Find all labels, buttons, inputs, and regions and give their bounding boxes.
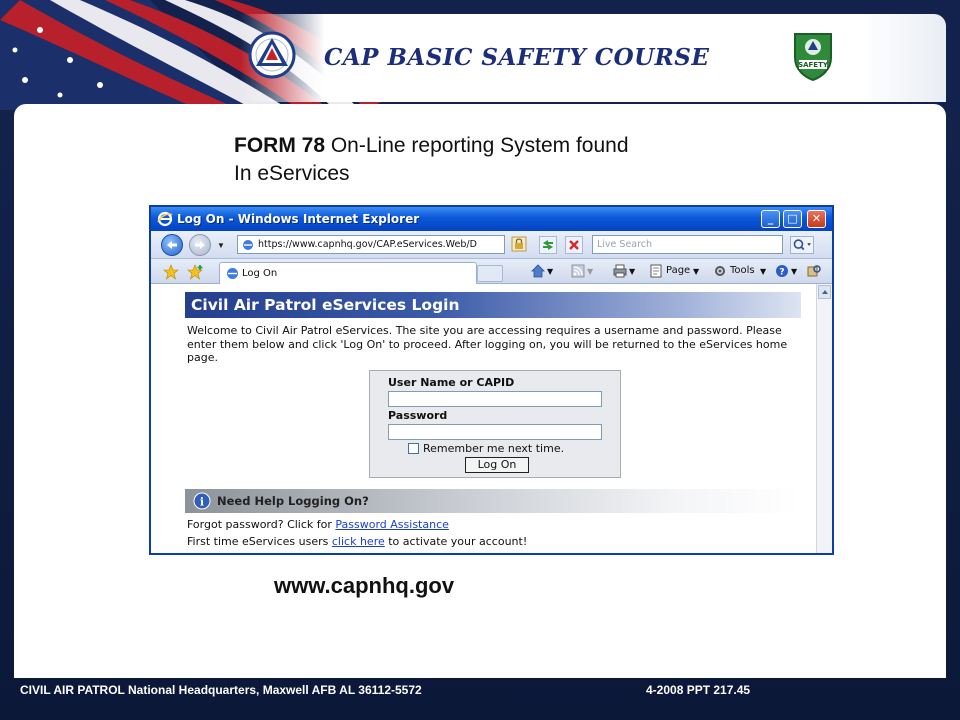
log-on-button[interactable]: Log On [465,457,529,473]
help1-prefix: Forgot password? Click for [187,518,336,531]
footer-slide-number: 4-2008 PPT 217.45 [646,683,751,697]
tools-menu[interactable]: Tools [730,265,755,276]
home-dropdown-icon[interactable]: ▼ [547,267,553,276]
print-dropdown-icon[interactable]: ▼ [629,267,635,276]
back-arrow-icon [167,241,177,249]
stop-icon[interactable] [565,236,583,254]
help-dropdown-icon[interactable]: ▼ [791,267,797,276]
help-title: Need Help Logging On? [217,494,369,508]
password-assistance-link[interactable]: Password Assistance [335,518,449,531]
scroll-up-arrow-icon [822,290,828,294]
login-header-bar: Civil Air Patrol eServices Login [185,292,801,318]
browser-titlebar[interactable]: Log On - Windows Internet Explorer _ □ ✕ [151,207,832,231]
ie-logo-icon [157,211,173,227]
help2-prefix: First time eServices users [187,535,332,548]
civil-air-patrol-emblem-icon [248,31,296,79]
back-button[interactable] [161,234,183,256]
password-label: Password [388,409,448,422]
forward-arrow-icon [195,241,205,249]
search-placeholder: Live Search [597,239,653,250]
lock-icon[interactable] [511,236,527,252]
research-icon[interactable] [807,264,821,278]
help-header-bar: i Need Help Logging On? [185,489,801,513]
forward-button[interactable] [189,234,211,256]
feeds-dropdown-icon[interactable]: ▼ [587,267,593,276]
page-menu-icon[interactable] [649,264,663,278]
address-input[interactable]: https://www.capnhq.gov/CAP.eServices.Web… [237,235,505,254]
svg-text:i: i [200,496,204,509]
info-icon: i [193,492,211,510]
home-icon[interactable] [531,264,545,278]
page-dropdown-icon[interactable]: ▼ [693,267,699,276]
page-content: Civil Air Patrol eServices Login Welcome… [151,284,816,553]
tab-label: Log On [242,268,278,279]
close-button[interactable]: ✕ [807,210,826,228]
browser-title: Log On - Windows Internet Explorer [177,212,420,226]
remember-me-label: Remember me next time. [423,442,565,455]
favorites-star-icon[interactable] [163,264,179,280]
click-here-link[interactable]: click here [332,535,385,548]
safety-shield-icon: SAFETY [794,33,832,82]
refresh-icon[interactable] [539,236,557,254]
tools-icon[interactable] [713,264,727,278]
print-icon[interactable] [613,264,627,278]
username-input[interactable] [388,391,602,407]
new-tab-button[interactable] [477,265,503,282]
address-bar-row: ▼ https://www.capnhq.gov/CAP.eServices.W… [151,231,832,259]
address-text: https://www.capnhq.gov/CAP.eServices.Web… [258,239,477,250]
password-input[interactable] [388,424,602,440]
footer-organization: CIVIL AIR PATROL National Headquarters, … [20,683,422,697]
feeds-icon[interactable] [571,264,585,278]
search-input[interactable]: Live Search [592,235,783,254]
site-url: www.capnhq.gov [274,573,455,598]
minimize-button[interactable]: _ [761,210,780,228]
help-line-activate: First time eServices users click here to… [187,535,527,548]
safety-logo-text: SAFETY [798,61,829,69]
page-menu[interactable]: Page [666,265,690,276]
recent-pages-dropdown-icon[interactable]: ▼ [217,241,225,250]
page-icon [243,240,253,250]
username-label: User Name or CAPID [388,376,515,389]
search-icon[interactable] [790,236,814,254]
tools-dropdown-icon[interactable]: ▼ [760,267,766,276]
welcome-text: Welcome to Civil Air Patrol eServices. T… [187,324,788,364]
tab-row: Log On ▼ ▼ ▼ Page ▼ Tools ▼ ? ▼ [151,259,832,284]
page-icon [227,268,238,279]
add-favorites-icon[interactable] [187,264,205,280]
help2-suffix: to activate your account! [384,535,528,548]
ie-browser-window: Log On - Windows Internet Explorer _ □ ✕… [149,205,834,555]
remember-me-checkbox[interactable] [408,443,419,454]
maximize-button[interactable]: □ [783,210,802,228]
svg-text:?: ? [779,268,784,278]
help-line-password: Forgot password? Click for Password Assi… [187,518,449,531]
heading-line1: FORM 78 On-Line reporting System found [234,134,629,157]
help-icon[interactable]: ? [775,264,789,278]
slide: CAP BASIC SAFETY COURSE SAFETY FORM 78 O… [0,0,960,720]
tab-log-on[interactable]: Log On [219,262,477,284]
slide-title: CAP BASIC SAFETY COURSE [324,44,710,71]
heading-line2: In eServices [234,162,350,185]
vertical-scrollbar[interactable] [816,284,832,553]
login-title: Civil Air Patrol eServices Login [191,296,460,314]
scroll-up-button[interactable] [818,285,831,299]
login-form: User Name or CAPID Password Remember me … [369,370,621,478]
slide-heading: FORM 78 On-Line reporting System found I… [234,132,629,188]
